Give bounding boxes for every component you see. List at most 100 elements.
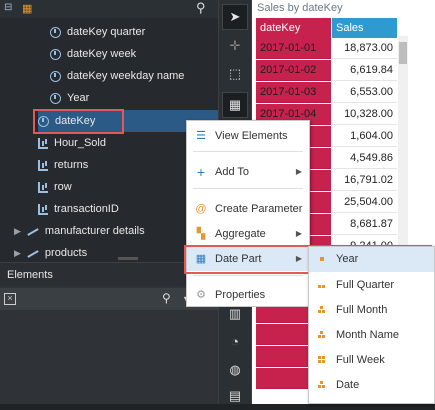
menu-item-label: Add To xyxy=(215,166,250,178)
select-pointer-tool[interactable]: ➤ xyxy=(222,4,248,30)
tree-item-year[interactable]: Year xyxy=(50,87,89,109)
tree-item-hour-sold[interactable]: Hour_Sold xyxy=(38,132,106,154)
move-icon: ✛ xyxy=(229,38,241,53)
submenu-item-label: Year xyxy=(336,253,359,265)
tree-item-label: dateKey week xyxy=(67,48,137,60)
menu-item-create-parameter[interactable]: @ Create Parameter xyxy=(187,197,309,221)
submenu-item-label: Full Quarter xyxy=(336,279,395,291)
measure-icon xyxy=(38,203,48,215)
table-cell-sales: 4,549.86 xyxy=(332,148,397,169)
table-view-tool[interactable]: ▦ xyxy=(222,92,248,118)
table-cell-sales: 16,791.02 xyxy=(332,170,397,191)
table-cell-sales: 6,553.00 xyxy=(332,82,397,103)
submenu-arrow-icon: ▶ xyxy=(295,229,302,238)
menu-item-properties[interactable]: ⚙ Properties xyxy=(186,283,310,307)
table-cell-sales: 18,873.00 xyxy=(332,38,397,59)
measure-icon xyxy=(38,181,48,193)
marquee-icon: ⬚ xyxy=(228,66,242,81)
tree-item-manufacturer-details[interactable]: ▶ manufacturer details xyxy=(14,220,145,242)
menu-item-label: View Elements xyxy=(215,130,288,142)
at-icon: @ xyxy=(195,203,207,215)
submenu-item-label: Full Week xyxy=(336,354,385,366)
table-cell-key: 2017-01-02 xyxy=(256,60,331,81)
year-icon xyxy=(318,255,326,263)
menu-item-add-to[interactable]: + Add To ▶ xyxy=(187,160,309,184)
tree-item-label: transactionID xyxy=(54,203,119,215)
submenu-item-full-week[interactable]: Full Week xyxy=(309,348,434,373)
pan-tool[interactable]: ✛ xyxy=(222,34,248,60)
table-cell-sales: 25,504.00 xyxy=(332,192,397,213)
table-cell-sales: 6,619.84 xyxy=(332,60,397,81)
submenu-item-label: Month Name xyxy=(336,329,399,341)
hierarchy-icon xyxy=(27,226,39,236)
column-header-sales[interactable]: Sales xyxy=(332,18,397,38)
submenu-arrow-icon: ▶ xyxy=(295,167,302,176)
submenu-item-full-month[interactable]: Full Month xyxy=(309,298,434,323)
expand-caret-icon[interactable]: ▶ xyxy=(14,226,21,236)
clock-icon xyxy=(50,26,61,38)
clock-icon xyxy=(50,48,61,60)
gauge-tool[interactable]: ◔ xyxy=(222,330,248,356)
table-cell-sales: 10,328.00 xyxy=(332,104,397,125)
menu-item-label: Aggregate xyxy=(215,228,266,240)
month-icon xyxy=(318,306,326,314)
tree-item-datekey-week[interactable]: dateKey week xyxy=(50,43,136,65)
more-icon: ▤ xyxy=(228,388,242,403)
tree-item-datekey-weekday-name[interactable]: dateKey weekday name xyxy=(50,65,184,87)
collapse-icon[interactable]: ⊟ xyxy=(4,2,12,13)
date-icon xyxy=(318,381,326,389)
plus-icon: + xyxy=(196,164,206,180)
grid-icon: ▦ xyxy=(228,97,242,112)
column-header-datekey[interactable]: dateKey xyxy=(256,18,331,38)
gauge-icon: ◔ xyxy=(231,334,239,349)
map-tool[interactable]: ◍ xyxy=(222,358,248,384)
tree-item-datekey-quarter[interactable]: dateKey quarter xyxy=(50,21,145,43)
table-cell-sales: 8,681.87 xyxy=(332,214,397,235)
table-title: Sales by dateKey xyxy=(257,2,343,14)
clear-icon[interactable]: × xyxy=(4,293,16,305)
tree-topbar: ⊟ ▦ ⚲ xyxy=(0,0,218,18)
tree-item-products[interactable]: ▶ products xyxy=(14,242,87,264)
quarter-icon xyxy=(318,281,326,289)
measure-icon xyxy=(38,159,48,171)
submenu-item-date[interactable]: Date xyxy=(309,373,434,398)
submenu-item-month-name[interactable]: Month Name xyxy=(309,323,434,348)
menu-item-label: Properties xyxy=(215,289,266,301)
table-cell-key: 2017-01-03 xyxy=(256,82,331,103)
gear-icon: ⚙ xyxy=(196,289,206,301)
search-icon[interactable]: ⚲ xyxy=(196,0,206,16)
menu-item-aggregate[interactable]: ▚ Aggregate ▶ xyxy=(187,222,309,246)
panel-splitter[interactable] xyxy=(118,257,138,260)
clock-icon xyxy=(50,92,61,104)
marquee-select-tool[interactable]: ⬚ xyxy=(222,62,248,88)
globe-icon: ◍ xyxy=(229,362,241,377)
hierarchy-icon xyxy=(27,248,39,258)
clock-icon xyxy=(50,70,61,82)
submenu-item-year[interactable]: Year xyxy=(309,247,434,272)
layout-icon: ▥ xyxy=(228,306,242,321)
table-scrollbar-thumb[interactable] xyxy=(399,42,407,64)
tree-item-returns[interactable]: returns xyxy=(38,154,88,176)
calendar-icon[interactable]: ▦ xyxy=(22,2,32,15)
month-name-icon xyxy=(318,331,326,339)
tree-item-label: dateKey quarter xyxy=(67,26,146,38)
search-icon[interactable]: ⚲ xyxy=(162,291,171,305)
tree-item-label: row xyxy=(54,181,72,193)
tree-item-row[interactable]: row xyxy=(38,176,72,198)
date-part-submenu: Year Full Quarter Full Month Month Name … xyxy=(308,246,435,404)
menu-item-label: Create Parameter xyxy=(215,203,303,215)
table-cell-key: 2017-01-01 xyxy=(256,38,331,59)
menu-item-view-elements[interactable]: ☰ View Elements xyxy=(187,124,309,148)
view-elements-icon: ☰ xyxy=(196,130,206,142)
week-icon xyxy=(318,356,326,364)
menu-separator xyxy=(193,151,303,152)
submenu-item-full-quarter[interactable]: Full Quarter xyxy=(309,273,434,298)
tree-item-transactionid[interactable]: transactionID xyxy=(38,198,119,220)
tree-item-label: returns xyxy=(54,159,89,171)
datekey-highlight-outline xyxy=(33,109,124,134)
aggregate-icon: ▚ xyxy=(196,228,206,240)
more-tools[interactable]: ▤ xyxy=(222,384,248,410)
tree-item-label: products xyxy=(44,247,88,259)
expand-caret-icon[interactable]: ▶ xyxy=(14,248,21,258)
tree-item-label: Hour_Sold xyxy=(54,137,106,149)
